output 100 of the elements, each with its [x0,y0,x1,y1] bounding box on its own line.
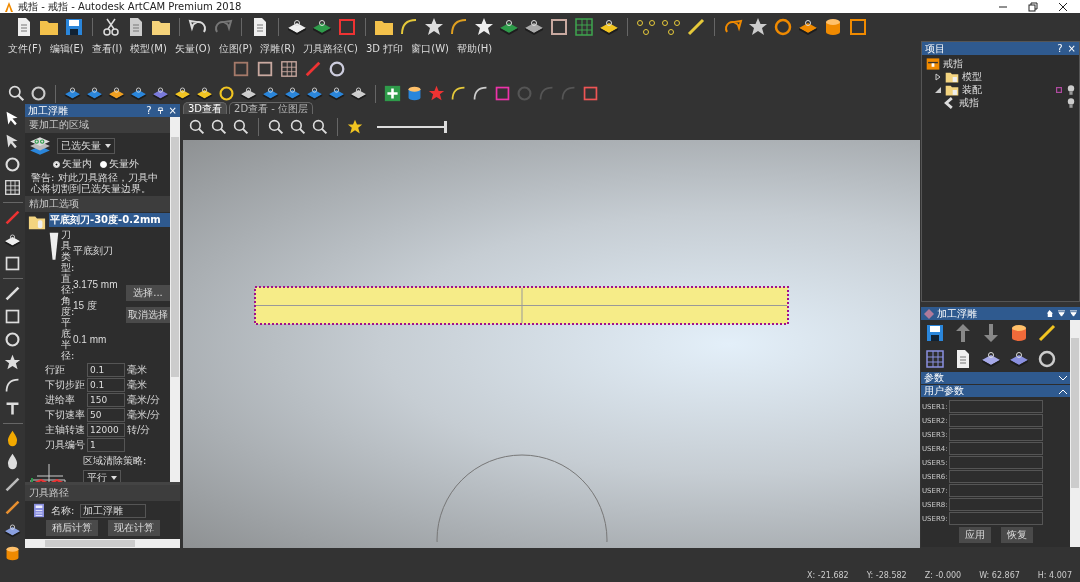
input-field[interactable] [948,414,1043,427]
zoom-icon[interactable] [268,119,284,135]
plate-icon[interactable] [599,17,619,37]
plate-icon[interactable] [174,85,191,102]
menu-item[interactable]: 3D 打印 [366,42,404,56]
menu-item[interactable]: 文件(F) [8,42,42,56]
input-field[interactable] [948,484,1043,497]
panel-button[interactable]: 应用 [958,527,991,543]
menu-item[interactable]: 帮助(H) [456,42,493,56]
plate-icon[interactable] [328,85,345,102]
radio-button[interactable] [100,160,107,168]
arc-icon[interactable] [4,377,21,394]
menu-item[interactable]: 浮雕(R) [260,42,296,56]
param-field[interactable]: 50 [87,408,125,422]
curve-icon[interactable] [399,17,419,37]
grid-icon[interactable] [574,17,594,37]
nodes-icon[interactable] [636,17,656,37]
plate-icon[interactable] [499,17,519,37]
plate-icon[interactable] [196,85,213,102]
name-field[interactable]: 加工浮雕 [80,503,147,518]
scrollbar[interactable] [25,539,180,548]
close-button[interactable]: × [1067,43,1076,54]
cut-icon[interactable] [101,17,121,37]
plate-icon[interactable] [108,85,125,102]
menu-item[interactable]: 刀具路径(C) [303,42,358,56]
calculate-button[interactable]: 稍后计算 [45,520,98,536]
zoom-icon[interactable] [312,119,328,135]
plus-icon[interactable] [384,85,401,102]
zoom-icon[interactable] [290,119,306,135]
star-icon[interactable] [428,85,445,102]
save-icon[interactable] [64,17,84,37]
plate-icon[interactable] [64,85,81,102]
zoom-in-icon[interactable] [189,119,205,135]
relief-model[interactable] [254,286,789,325]
dots-icon[interactable] [661,17,681,37]
grid-icon[interactable] [280,60,298,78]
tool-button[interactable]: 选择... [126,285,170,301]
param-field[interactable]: 150 [87,393,125,407]
bulb-icon[interactable] [1067,96,1075,109]
menu-item[interactable]: 编辑(E) [49,42,84,56]
polyline-icon[interactable] [4,285,21,302]
menu-item[interactable]: 查看(I) [91,42,123,56]
zoom-icon[interactable] [233,119,249,135]
collapse-icon[interactable] [1070,310,1077,317]
plate-icon[interactable] [1009,349,1029,369]
input-field[interactable] [948,442,1043,455]
square-icon[interactable] [494,85,511,102]
vector-dropdown[interactable]: 已选矢量 [57,138,115,154]
zoom-icon[interactable] [8,85,25,102]
plate-icon[interactable] [86,85,103,102]
expanded-arrow-icon[interactable] [934,85,942,94]
save-icon[interactable] [925,323,945,343]
plate-icon[interactable] [312,17,332,37]
text-tool-icon[interactable] [4,400,21,417]
param-field[interactable]: 12000 [87,423,125,437]
radio-button[interactable] [53,160,60,168]
zoom-out-icon[interactable] [211,119,227,135]
tool-button[interactable]: 取消选择 [126,307,170,323]
tree-item[interactable]: 戒指 [959,95,979,110]
restore-icon[interactable] [1028,1,1038,12]
plate-icon[interactable] [306,85,323,102]
help-button[interactable]: ? [1057,43,1063,54]
plate-icon[interactable] [262,85,279,102]
star-icon[interactable] [474,17,494,37]
plate-icon[interactable] [152,85,169,102]
rectangle-icon[interactable] [4,308,21,325]
arch-icon[interactable] [472,85,489,102]
sparkle-icon[interactable] [424,17,444,37]
input-field[interactable] [948,498,1043,511]
calculator-icon[interactable] [925,349,945,369]
scrollbar[interactable] [1070,320,1080,547]
collapsed-arrow-icon[interactable] [934,72,942,81]
menu-item[interactable]: 矢量(O) [174,42,211,56]
pin-icon[interactable] [156,107,164,114]
selected-tool[interactable]: 平底刻刀-30度-0.2mm [49,213,170,227]
marker-icon[interactable] [1055,85,1063,94]
input-field[interactable] [948,400,1043,413]
input-field[interactable] [948,456,1043,469]
ring-icon[interactable] [773,17,793,37]
input-field[interactable] [948,470,1043,483]
input-field[interactable] [948,512,1043,525]
menu-item[interactable]: 窗口(W) [411,42,449,56]
view-tab[interactable]: 2D查看 - 位图层 [229,102,314,114]
bulb-icon[interactable] [1067,83,1075,96]
plate-icon[interactable] [130,85,147,102]
cylinder-icon[interactable] [823,17,843,37]
plate-icon[interactable] [798,17,818,37]
input-field[interactable] [948,428,1043,441]
section-header[interactable]: 参数 [921,372,1070,384]
close-icon[interactable] [1058,1,1068,12]
star-icon[interactable] [347,119,363,135]
menu-item[interactable]: 模型(M) [130,42,167,56]
close-button[interactable]: × [168,105,177,116]
plate-icon[interactable] [284,85,301,102]
frame-icon[interactable] [549,17,569,37]
view-tab[interactable]: 3D查看 [183,102,228,114]
panel-button[interactable]: 恢复 [1000,527,1033,543]
star-icon[interactable] [748,17,768,37]
scrollbar[interactable] [170,117,180,482]
tree-item[interactable]: 戒指 [943,56,963,71]
